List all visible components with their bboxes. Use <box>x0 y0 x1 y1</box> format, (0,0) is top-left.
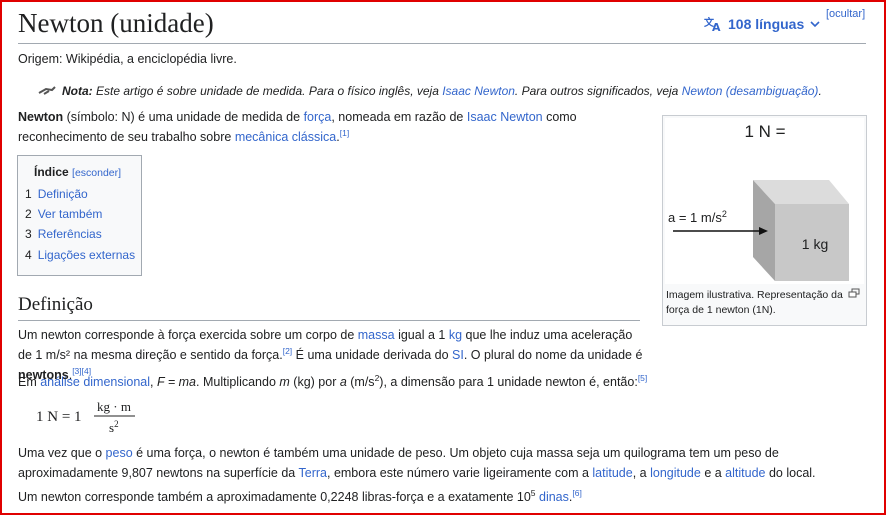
ref-1[interactable]: [1] <box>340 128 349 138</box>
toc-item-definicao[interactable]: 1 Definição <box>25 187 88 201</box>
hatnote-bold: Nota: <box>62 84 93 98</box>
link-mecanica-classica[interactable]: mecânica clássica <box>235 130 336 144</box>
link-kg[interactable]: kg <box>449 328 462 342</box>
formula-numerator: kg · m <box>97 399 131 414</box>
svg-text:A: A <box>712 21 721 32</box>
hatnote: Nota: Este artigo é sobre unidade de med… <box>38 84 822 98</box>
hatnote-text: Este artigo é sobre unidade de medida. P… <box>92 84 443 98</box>
page-title: Newton (unidade) <box>18 8 214 38</box>
origin-line: Origem: Wikipédia, a enciclopédia livre. <box>18 52 237 66</box>
toc-item-ver-tambem[interactable]: 2 Ver também <box>25 207 102 221</box>
chevron-down-icon <box>810 20 820 28</box>
link-altitude[interactable]: altitude <box>725 466 765 480</box>
languages-button[interactable]: 文 A 108 línguas <box>704 16 820 32</box>
hatnote-link-desambiguacao[interactable]: Newton (desambiguação) <box>682 84 819 98</box>
figure-title: 1 N = <box>744 122 785 141</box>
table-of-contents: Índice [esconder] 1 Definição 2 Ver também… <box>17 155 142 276</box>
paragraph-peso: Uma vez que o peso é uma força, o newton… <box>18 446 816 480</box>
paragraph-dinas: Um newton corresponde também a aproximad… <box>18 487 582 504</box>
formula: 1 N = 1 kg · m s2 <box>36 398 156 443</box>
infobox: 1 N = 1 kg a = 1 m/s2 Imagem ilustrativa… <box>662 115 867 326</box>
hatnote-text: . Para outros significados, veja <box>514 84 682 98</box>
hatnote-link-isaac[interactable]: Isaac Newton <box>442 84 515 98</box>
ref-2[interactable]: [2] <box>283 346 292 356</box>
hide-link[interactable]: [ocultar] <box>826 8 865 20</box>
enlarge-icon[interactable] <box>848 288 860 303</box>
article-window: Newton (unidade) 文 A 108 línguas [oculta… <box>0 0 886 515</box>
toc-hide-button[interactable]: [esconder] <box>72 167 121 179</box>
section-heading-definicao: Definição <box>18 294 93 315</box>
ref-6[interactable]: [6] <box>572 488 581 498</box>
paragraph-definicao-2: Em análise dimensional, F = ma. Multipli… <box>18 372 648 389</box>
link-dinas[interactable]: dinas <box>539 490 569 504</box>
figure-accel-label: a = 1 m/s2 <box>668 209 727 225</box>
link-latitude[interactable]: latitude <box>592 466 632 480</box>
formula-denominator: s2 <box>109 419 119 435</box>
section-divider <box>18 320 640 321</box>
link-si[interactable]: SI <box>452 348 464 362</box>
toc-item-ligacoes-externas[interactable]: 4 Ligações externas <box>25 248 135 262</box>
intro-paragraph: Newton (símbolo: N) é uma unidade de med… <box>18 110 577 144</box>
intro-bold: Newton <box>18 110 64 124</box>
link-massa[interactable]: massa <box>358 328 395 342</box>
link-isaac-newton[interactable]: Isaac Newton <box>467 110 543 124</box>
link-peso[interactable]: peso <box>106 446 133 460</box>
ref-5[interactable]: [5] <box>638 373 647 383</box>
formula-lhs: 1 N = 1 <box>36 409 82 425</box>
toc-item-referencias[interactable]: 3 Referências <box>25 227 102 241</box>
disambiguation-icon <box>38 84 56 98</box>
hatnote-text: . <box>818 84 822 98</box>
languages-label: 108 línguas <box>728 16 805 32</box>
link-terra[interactable]: Terra <box>299 466 327 480</box>
infobox-caption: Imagem ilustrativa. Representação da for… <box>666 288 862 318</box>
link-forca[interactable]: força <box>304 110 332 124</box>
title-divider <box>18 43 866 44</box>
link-longitude[interactable]: longitude <box>650 466 701 480</box>
figure-mass-label: 1 kg <box>802 236 828 252</box>
link-analise-dimensional[interactable]: análise dimensional <box>40 375 150 389</box>
translate-icon: 文 A <box>704 16 722 32</box>
newton-illustration[interactable]: 1 N = 1 kg a = 1 m/s2 <box>665 118 864 284</box>
toc-title: Índice [esconder] <box>34 165 122 179</box>
